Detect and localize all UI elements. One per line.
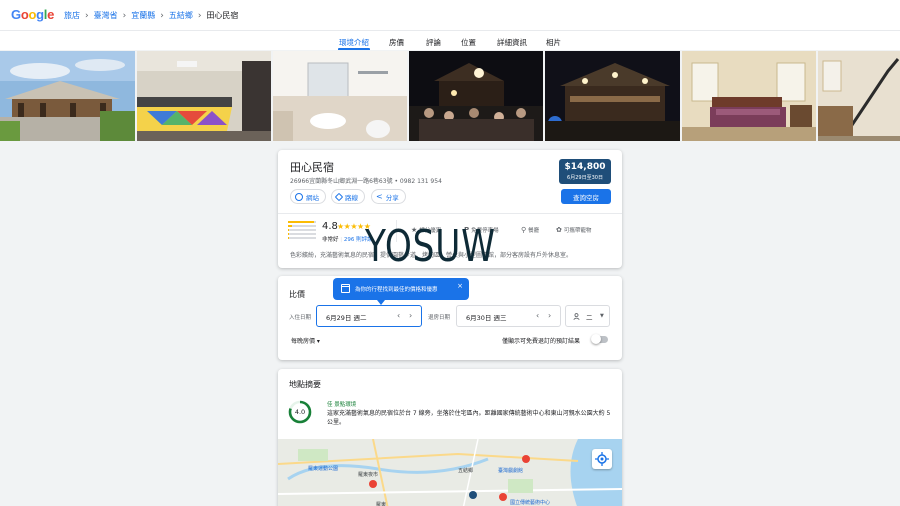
directions-button[interactable]: 路線	[331, 189, 365, 204]
watermark: YOSUW	[365, 221, 496, 272]
location-description: 這家充滿藝術氣息的民宿位於台 7 線旁，坐落於住宅區內。距離國家傳統藝術中心和東…	[327, 410, 611, 426]
google-logo[interactable]: Google	[11, 7, 54, 22]
location-rating-label: 佳 景點環境	[327, 402, 357, 408]
restaurant-icon: ⚲	[521, 226, 527, 234]
tab-details[interactable]: 詳細資訊	[497, 37, 527, 48]
globe-icon	[295, 192, 303, 201]
rating-bar	[288, 237, 316, 239]
directions-icon	[334, 192, 344, 201]
chevron-left-icon[interactable]: ‹	[536, 311, 539, 320]
section-tabs: 環境介紹 房價 評論 位置 詳細資訊 相片	[0, 31, 900, 50]
free-cancel-toggle[interactable]	[591, 334, 608, 344]
photo-exterior[interactable]	[0, 51, 135, 141]
tab-location[interactable]: 位置	[461, 37, 476, 48]
tooltip-banner: 為你的行程找到最佳的價格和優惠 ×	[333, 278, 469, 305]
map[interactable]: 羅東運動公園 羅東夜市 五結鄉 臺灣戲劇館 羅東 國立傳統藝術中心	[278, 438, 622, 506]
chevron-right-icon: ›	[197, 10, 202, 21]
breadcrumb-current: 田心民宿	[206, 11, 239, 20]
photo-bedroom[interactable]	[682, 51, 816, 141]
section-title: 地點摘要	[289, 380, 321, 389]
top-bar: Google 旅店 › 臺灣省 › 宜蘭縣 › 五結鄉 › 田心民宿	[0, 0, 900, 31]
divider	[278, 213, 622, 214]
map-label: 五結鄉	[458, 468, 474, 474]
hotel-address: 26966宜蘭縣冬山鄉武淵一路6巷63號 • 0982 131 954	[290, 178, 442, 185]
tab-prices[interactable]: 房價	[389, 37, 404, 48]
pet-icon: ✿	[556, 226, 562, 234]
map-canvas	[278, 438, 622, 506]
my-location-button[interactable]	[592, 449, 612, 469]
map-label: 羅東	[376, 502, 387, 506]
breadcrumb-yilan[interactable]: 宜蘭縣	[131, 10, 155, 21]
photo-pavilion-night[interactable]	[545, 51, 680, 141]
map-label: 臺灣戲劇館	[498, 468, 524, 474]
chevron-right-icon[interactable]: ›	[548, 311, 551, 320]
map-label: 羅東夜市	[358, 472, 379, 478]
breadcrumb-hotels[interactable]: 旅店	[64, 10, 80, 21]
location-score: 4.0	[294, 408, 306, 416]
tab-overview[interactable]: 環境介紹	[339, 37, 369, 48]
free-cancel-label: 僅顯示可免費退訂的預訂結果	[502, 338, 581, 345]
photo-staircase[interactable]	[818, 51, 900, 141]
photo-room-bunk[interactable]	[137, 51, 271, 141]
check-availability-button[interactable]: 查詢空房	[561, 189, 611, 204]
rating-bar	[288, 233, 316, 235]
rating-distribution	[288, 221, 316, 241]
photo-bathroom[interactable]	[273, 51, 407, 141]
rating-bar	[288, 221, 316, 223]
website-button[interactable]: 網站	[290, 189, 326, 204]
calendar-icon	[341, 284, 350, 293]
chevron-left-icon[interactable]: ‹	[397, 311, 400, 320]
guests-selector[interactable]: 二 ▼	[565, 305, 610, 327]
location-target-icon	[595, 452, 609, 466]
chevron-down-icon: ▼	[600, 313, 604, 319]
price-box[interactable]: $14,800 6月29日至30日	[559, 159, 611, 184]
checkout-field[interactable]: 6月30日 週三 ‹ ›	[456, 305, 561, 327]
photo-strip	[0, 51, 900, 141]
photo-night-party[interactable]	[409, 51, 543, 141]
tab-reviews[interactable]: 評論	[426, 37, 441, 48]
chevron-right-icon: ›	[122, 10, 127, 21]
rating-score: 4.8	[322, 221, 338, 232]
rating-bar	[288, 225, 316, 227]
chevron-right-icon: ›	[160, 10, 164, 21]
checkin-field[interactable]: 6月29日 週二 ‹ ›	[316, 305, 422, 327]
share-icon: <	[376, 192, 383, 201]
per-night-dropdown[interactable]: 每晚房價 ▾	[291, 336, 320, 345]
breadcrumb-wujie[interactable]: 五結鄉	[169, 10, 193, 21]
section-title: 比價	[289, 290, 305, 299]
map-label: 羅東運動公園	[308, 466, 339, 472]
hotel-name: 田心民宿	[290, 161, 334, 174]
chevron-right-icon: ›	[85, 10, 89, 21]
price-compare-card: 比價 入住日期 6月29日 週二 ‹ › 退房日期 6月30日 週三 ‹ › 二…	[278, 276, 622, 360]
price-amount: $14,800	[564, 162, 606, 172]
amenity-pets: ✿ 可攜帶寵物	[556, 226, 592, 234]
chevron-right-icon[interactable]: ›	[409, 311, 412, 320]
close-icon[interactable]: ×	[457, 282, 463, 290]
amenity-restaurant: ⚲ 餐廳	[521, 226, 540, 234]
map-label: 國立傳統藝術中心	[510, 500, 551, 506]
active-tab-indicator	[338, 48, 370, 50]
checkout-label: 退房日期	[428, 315, 451, 321]
location-summary-card: 地點摘要 4.0 佳 景點環境 這家充滿藝術氣息的民宿位於台 7 線旁，坐落於住…	[278, 369, 622, 506]
share-button[interactable]: < 分享	[371, 189, 406, 204]
price-dates: 6月29日至30日	[567, 175, 603, 181]
rating-bar	[288, 229, 316, 231]
tab-photos[interactable]: 相片	[546, 37, 561, 48]
person-icon	[573, 313, 580, 320]
checkin-label: 入住日期	[289, 315, 312, 321]
breadcrumb: 旅店 › 臺灣省 › 宜蘭縣 › 五結鄉 › 田心民宿	[64, 10, 238, 21]
breadcrumb-taiwan[interactable]: 臺灣省	[94, 10, 118, 21]
